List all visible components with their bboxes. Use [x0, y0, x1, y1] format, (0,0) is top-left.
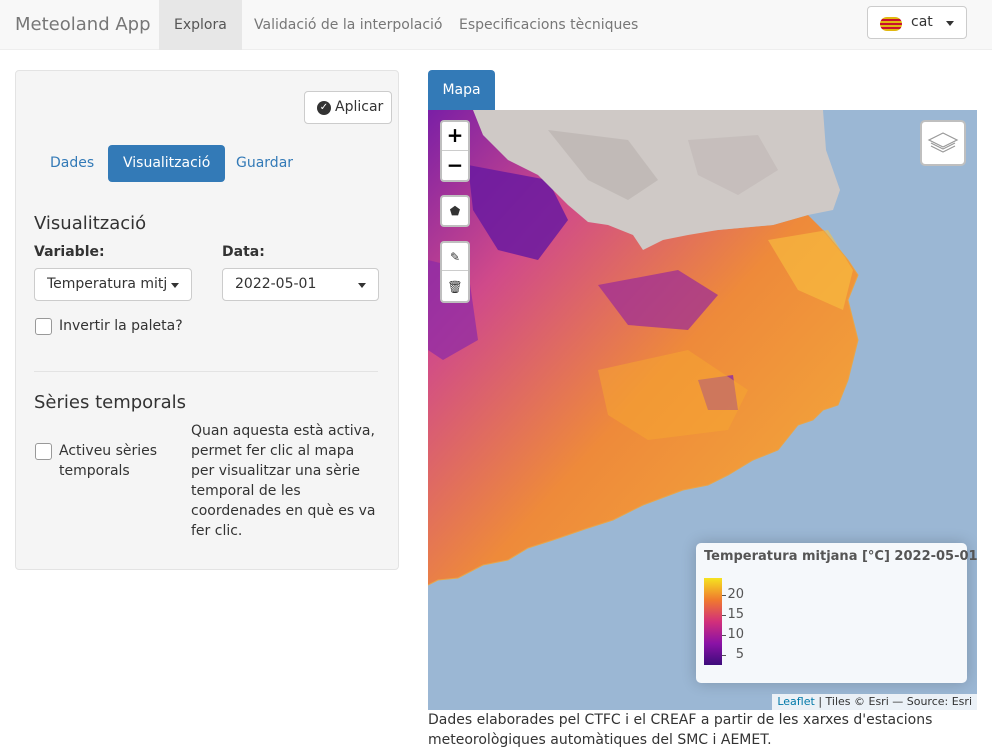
variable-label: Variable:	[34, 244, 105, 260]
time-series-label: Activeu sèries temporals	[59, 443, 158, 479]
data-source-note: Dades elaborades pel CTFC i el CREAF a p…	[428, 712, 933, 748]
chevron-down-icon	[946, 21, 954, 26]
tab-visualitzacio[interactable]: Visualització	[108, 145, 226, 182]
map-legend: Temperatura mitjana [°C] 2022-05-01 20 1…	[696, 543, 977, 683]
leaflet-link[interactable]: Leaflet	[777, 695, 814, 708]
navbar: Meteoland App Explora Validació de la in…	[0, 0, 992, 50]
draw-polygon-icon[interactable]: ⬟	[442, 197, 468, 225]
language-dropdown[interactable]: cat	[867, 6, 967, 39]
draw-toolbar: ⬟	[440, 195, 470, 227]
map-view[interactable]: + − ⬟ ✎ 🗑 Temperatura mitjana [°C] 2022-…	[428, 110, 977, 710]
attribution-text: | Tiles © Esri — Source: Esri	[818, 695, 972, 708]
catalan-flag-icon	[880, 17, 902, 31]
variable-select-value: Temperatura mitjana	[47, 276, 167, 292]
variable-select[interactable]: Temperatura mitjana	[34, 268, 192, 301]
tab-dades[interactable]: Dades	[35, 145, 109, 182]
edit-icon[interactable]: ✎	[442, 243, 468, 271]
map-attribution: Leaflet | Tiles © Esri — Source: Esri	[772, 694, 977, 710]
visualization-heading: Visualització	[34, 213, 147, 234]
nav-tab-validacio[interactable]: Validació de la interpolació	[239, 0, 457, 50]
language-label: cat	[911, 14, 933, 30]
legend-label: 20	[727, 587, 744, 602]
apply-button[interactable]: ✓ Aplicar	[304, 91, 392, 124]
edit-toolbar: ✎ 🗑	[440, 241, 470, 303]
time-series-heading: Sèries temporals	[34, 392, 186, 413]
zoom-out-button[interactable]: −	[442, 152, 468, 181]
legend-label: 5	[735, 647, 744, 662]
layers-icon[interactable]	[920, 120, 966, 166]
time-series-checkbox[interactable]	[35, 443, 52, 460]
apply-button-label: Aplicar	[335, 99, 384, 115]
nav-tab-explora[interactable]: Explora	[159, 0, 242, 50]
date-label: Data:	[222, 244, 265, 260]
invert-palette-label: Invertir la paleta?	[59, 318, 183, 334]
zoom-in-button[interactable]: +	[442, 122, 468, 151]
chevron-down-icon	[358, 283, 366, 288]
date-select[interactable]: 2022-05-01	[222, 268, 379, 301]
tab-mapa[interactable]: Mapa	[428, 70, 495, 110]
legend-label: 10	[727, 627, 744, 642]
legend-title: Temperatura mitjana [°C] 2022-05-01	[704, 549, 977, 564]
date-select-value: 2022-05-01	[235, 276, 317, 292]
chevron-down-icon	[171, 283, 179, 288]
check-circle-icon: ✓	[317, 101, 331, 115]
sidebar-panel: ✓ Aplicar Dades Visualització Guardar Vi…	[15, 70, 399, 570]
section-divider	[34, 371, 378, 372]
legend-label: 15	[727, 607, 744, 622]
time-series-help-text: Quan aquesta està activa, permet fer cli…	[191, 423, 376, 539]
invert-palette-checkbox[interactable]	[35, 318, 52, 335]
trash-icon[interactable]: 🗑	[442, 273, 468, 301]
zoom-control: + −	[440, 120, 470, 182]
tab-guardar[interactable]: Guardar	[221, 145, 308, 182]
app-brand[interactable]: Meteoland App	[15, 14, 151, 35]
nav-tab-especificacions[interactable]: Especificacions tècniques	[444, 0, 653, 50]
